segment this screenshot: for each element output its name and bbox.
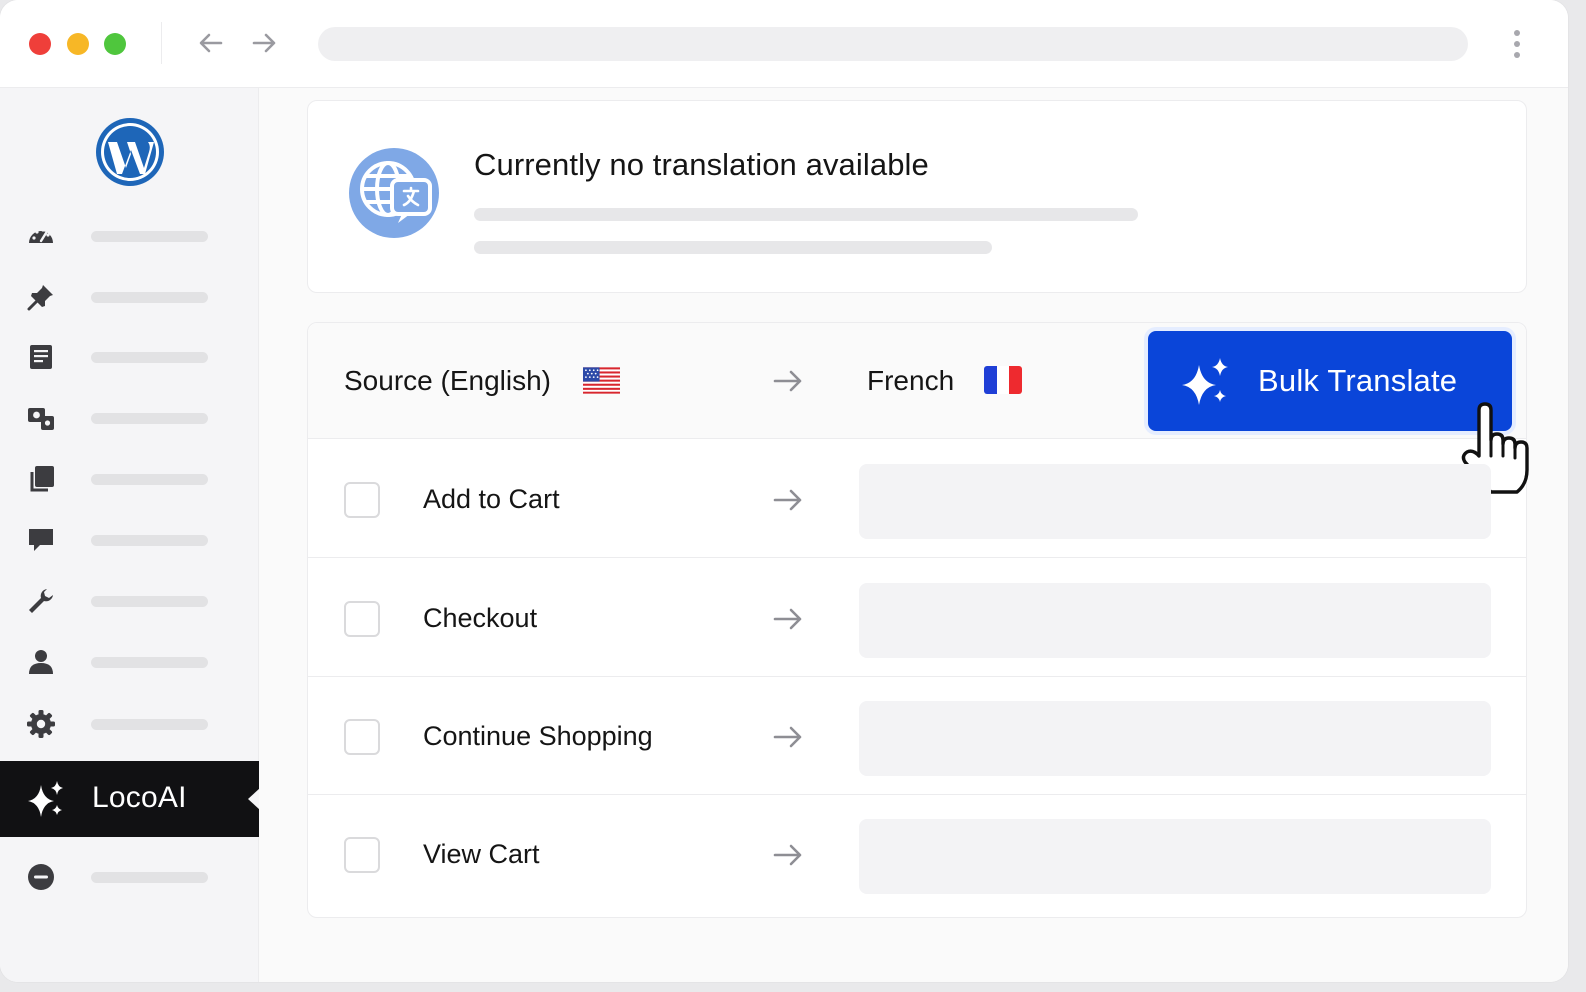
forward-arrow-icon[interactable] (247, 26, 281, 60)
arrow-right-icon (773, 370, 802, 392)
sidebar-item-copy[interactable] (0, 458, 258, 498)
translation-input[interactable] (859, 464, 1491, 539)
sidebar-item-placeholder (91, 872, 208, 883)
sidebar-item-settings[interactable] (0, 703, 258, 743)
table-header: Source (English) French Bulk Translate (308, 323, 1529, 494)
translation-input[interactable] (859, 583, 1491, 658)
wrench-icon (29, 589, 53, 613)
gear-icon (27, 710, 55, 738)
translate-globe-icon (349, 148, 439, 238)
user-icon (29, 650, 53, 674)
main-content: Currently no translation available Sourc… (259, 88, 1568, 982)
sidebar-item-posts[interactable] (0, 276, 258, 316)
sidebar-item-dashboard[interactable] (0, 215, 258, 255)
arrow-right-icon (773, 726, 802, 748)
bulk-translate-button[interactable]: Bulk Translate (1148, 331, 1512, 431)
browser-window: LocoAI Currently no translation availabl… (0, 0, 1568, 982)
translation-table: Source (English) French Bulk Translate A… (307, 322, 1529, 918)
copy-icon (30, 466, 54, 492)
translation-input[interactable] (859, 819, 1491, 894)
translation-notice-card: Currently no translation available (307, 100, 1527, 293)
sidebar-item-placeholder (91, 719, 208, 730)
sidebar-item-comments[interactable] (0, 519, 258, 559)
sparkle-icon (28, 781, 63, 817)
table-row: Continue Shopping (308, 677, 1526, 795)
france-flag-icon (984, 366, 1022, 394)
us-flag-icon (583, 367, 620, 394)
back-arrow-icon[interactable] (194, 26, 228, 60)
table-row: Add to Cart (308, 440, 1526, 558)
sidebar-item-placeholder (91, 352, 208, 363)
target-language-label: French (867, 365, 955, 396)
source-string: Continue Shopping (423, 721, 653, 751)
collapse-icon (28, 864, 54, 890)
media-icon (28, 408, 54, 430)
pin-icon (27, 285, 53, 311)
sidebar-item-placeholder (91, 474, 208, 485)
source-string: View Cart (423, 839, 540, 869)
source-string: Checkout (423, 603, 538, 633)
text-placeholder (474, 208, 1138, 221)
pages-icon (30, 345, 52, 369)
row-checkbox[interactable] (344, 837, 380, 873)
sidebar-item-users[interactable] (0, 641, 258, 681)
row-checkbox[interactable] (344, 719, 380, 755)
browser-toolbar (0, 0, 1568, 88)
sidebar-item-placeholder (91, 231, 208, 242)
sidebar-item-media[interactable] (0, 397, 258, 437)
sidebar-item-tools[interactable] (0, 580, 258, 620)
sparkle-icon (1182, 358, 1228, 405)
comment-icon (29, 529, 53, 551)
row-checkbox[interactable] (344, 482, 380, 518)
close-window-button[interactable] (29, 33, 51, 55)
notice-title: Currently no translation available (474, 147, 929, 182)
row-checkbox[interactable] (344, 601, 380, 637)
text-placeholder (474, 241, 992, 254)
source-language-label: Source (English) (344, 365, 551, 396)
dashboard-icon (29, 228, 53, 243)
sidebar-item-placeholder (91, 413, 208, 424)
sidebar-item-label: LocoAI (92, 781, 187, 814)
source-string: Add to Cart (423, 484, 560, 514)
sidebar-item-placeholder (91, 596, 208, 607)
admin-sidebar: LocoAI (0, 88, 260, 982)
arrow-right-icon (773, 489, 802, 511)
translation-input[interactable] (859, 701, 1491, 776)
toolbar-divider (161, 22, 162, 64)
sidebar-item-placeholder (91, 535, 208, 546)
bulk-translate-label: Bulk Translate (1258, 363, 1458, 398)
arrow-right-icon (773, 608, 802, 630)
table-row: Checkout (308, 559, 1526, 677)
sidebar-item-locoai[interactable]: LocoAI (0, 761, 260, 837)
table-row: View Cart (308, 795, 1526, 913)
sidebar-item-placeholder (91, 657, 208, 668)
arrow-right-icon (773, 844, 802, 866)
wordpress-logo-icon[interactable] (94, 116, 166, 188)
sidebar-item-collapse[interactable] (0, 856, 258, 896)
address-bar[interactable] (318, 27, 1468, 61)
minimize-window-button[interactable] (67, 33, 89, 55)
kebab-menu-icon[interactable] (1505, 26, 1529, 62)
maximize-window-button[interactable] (104, 33, 126, 55)
sidebar-item-placeholder (91, 292, 208, 303)
sidebar-item-pages[interactable] (0, 336, 258, 376)
